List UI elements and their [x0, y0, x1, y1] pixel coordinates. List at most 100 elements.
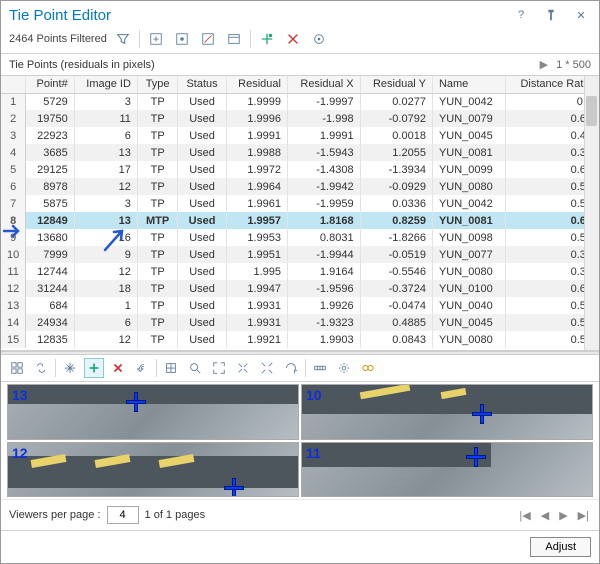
cell-residualx: 1.9926: [287, 297, 360, 314]
table-row[interactable]: 4368513TPUsed1.9988-1.59431.2055YUN_0081…: [1, 144, 599, 161]
table-row[interactable]: 52912517TPUsed1.9972-1.4308-1.3934YUN_00…: [1, 161, 599, 178]
table-row[interactable]: 136841TPUsed1.99311.9926-0.0474YUN_00400…: [1, 297, 599, 314]
cell-residualx: -1.4308: [287, 161, 360, 178]
table-row[interactable]: 81284913MTPUsed1.99571.81680.8259YUN_008…: [1, 212, 599, 229]
refresh-icon[interactable]: [281, 358, 301, 378]
vertical-scrollbar[interactable]: [584, 76, 599, 350]
cell-type: TP: [137, 178, 177, 195]
autohide-icon[interactable]: [541, 5, 561, 25]
close-icon[interactable]: ✕: [571, 5, 591, 25]
page-last-icon[interactable]: ▶|: [576, 509, 591, 522]
table-row[interactable]: 151283512TPUsed1.99211.99030.0843YUN_008…: [1, 331, 599, 348]
cell-residualy: 0.0277: [360, 93, 432, 110]
cell-point: 31244: [26, 280, 74, 297]
add-tiepoint-icon[interactable]: [84, 358, 104, 378]
cell-residual: 1.9947: [226, 280, 287, 297]
cell-point: 684: [26, 297, 74, 314]
image-viewer[interactable]: 12: [7, 442, 299, 498]
page-prev-icon[interactable]: ◀: [539, 509, 551, 522]
cell-point: 12744: [26, 263, 74, 280]
cell-point: 7999: [26, 246, 74, 263]
cell-imageid: 16: [74, 229, 137, 246]
tiepoint-marker[interactable]: [126, 392, 146, 412]
pan-icon[interactable]: [60, 358, 80, 378]
table-row[interactable]: 123124418TPUsed1.9947-1.9596-0.3724YUN_0…: [1, 280, 599, 297]
tiepoint-marker[interactable]: [466, 447, 486, 467]
table-row[interactable]: 91368016TPUsed1.99530.8031-1.8266YUN_009…: [1, 229, 599, 246]
cell-residualx: 1.9991: [287, 127, 360, 144]
col-name[interactable]: Name: [432, 76, 505, 93]
cell-imageid: 13: [74, 212, 137, 229]
settings-icon[interactable]: [334, 358, 354, 378]
page-next-icon[interactable]: ▶: [557, 509, 569, 522]
image-viewer[interactable]: 10: [301, 384, 593, 440]
link-views-icon[interactable]: [31, 358, 51, 378]
undo-icon[interactable]: [132, 358, 152, 378]
col-residualx[interactable]: Residual X: [287, 76, 360, 93]
tool-icon-1[interactable]: [146, 29, 166, 49]
cell-status: Used: [178, 93, 226, 110]
cell-status: Used: [178, 144, 226, 161]
col-status[interactable]: Status: [178, 76, 226, 93]
col-imageid[interactable]: Image ID: [74, 76, 137, 93]
tiepoint-marker[interactable]: [472, 404, 492, 424]
table-row[interactable]: 6897812TPUsed1.9964-1.9942-0.0929YUN_008…: [1, 178, 599, 195]
zoom-in-icon[interactable]: [233, 358, 253, 378]
cell-residualy: -0.0474: [360, 297, 432, 314]
cell-imageid: 9: [74, 246, 137, 263]
delete-tiepoint-icon[interactable]: [108, 358, 128, 378]
page-first-icon[interactable]: |◀: [517, 509, 532, 522]
col-residualy[interactable]: Residual Y: [360, 76, 432, 93]
help-icon[interactable]: ?: [511, 5, 531, 25]
table-row[interactable]: 1079999TPUsed1.9951-1.9944-0.0519YUN_007…: [1, 246, 599, 263]
effects-icon[interactable]: [358, 358, 378, 378]
table-row[interactable]: 758753TPUsed1.9961-1.99590.0336YUN_00420…: [1, 195, 599, 212]
table-row[interactable]: 14249346TPUsed1.9931-1.93230.4885YUN_004…: [1, 314, 599, 331]
table-row[interactable]: 157293TPUsed1.9999-1.99970.0277YUN_00420…: [1, 93, 599, 110]
col-type[interactable]: Type: [137, 76, 177, 93]
page-next-icon[interactable]: ▶: [538, 58, 550, 71]
cell-residual: 1.9996: [226, 110, 287, 127]
cell-residual: 1.9988: [226, 144, 287, 161]
cell-point: 29125: [26, 161, 74, 178]
cell-type: TP: [137, 297, 177, 314]
tie-points-table[interactable]: Point# Image ID Type Status Residual Res…: [1, 75, 599, 351]
adjust-button[interactable]: Adjust: [530, 537, 591, 557]
row-number: 3: [1, 127, 26, 144]
cell-point: 3685: [26, 144, 74, 161]
table-row[interactable]: 3229236TPUsed1.99911.99910.0018YUN_00450…: [1, 127, 599, 144]
table-row[interactable]: 21975011TPUsed1.9996-1.998-0.0792YUN_007…: [1, 110, 599, 127]
cell-point: 12849: [26, 212, 74, 229]
tool-icon-3[interactable]: [198, 29, 218, 49]
image-viewer[interactable]: 13: [7, 384, 299, 440]
cell-imageid: 3: [74, 93, 137, 110]
grid-icon[interactable]: [7, 358, 27, 378]
cell-residualx: -1.9959: [287, 195, 360, 212]
select-point-icon[interactable]: [309, 29, 329, 49]
cell-name: YUN_0099: [432, 161, 505, 178]
cell-imageid: 3: [74, 195, 137, 212]
cell-status: Used: [178, 110, 226, 127]
zoom-full-icon[interactable]: [209, 358, 229, 378]
image-viewer[interactable]: 11: [301, 442, 593, 498]
cell-residualy: -0.5546: [360, 263, 432, 280]
zoom-fit-icon[interactable]: [161, 358, 181, 378]
viewers-per-page-input[interactable]: [107, 506, 139, 524]
table-row[interactable]: 111274412TPUsed1.9951.9164-0.5546YUN_008…: [1, 263, 599, 280]
cell-type: MTP: [137, 212, 177, 229]
page-indicator: 1 * 500: [556, 59, 591, 71]
cell-status: Used: [178, 161, 226, 178]
tool-icon-2[interactable]: [172, 29, 192, 49]
filter-icon[interactable]: [113, 29, 133, 49]
col-point[interactable]: Point#: [26, 76, 74, 93]
zoom-sel-icon[interactable]: [185, 358, 205, 378]
cell-name: YUN_0040: [432, 297, 505, 314]
zoom-out-icon[interactable]: [257, 358, 277, 378]
remove-point-icon[interactable]: [283, 29, 303, 49]
cell-residualy: 0.0336: [360, 195, 432, 212]
col-residual[interactable]: Residual: [226, 76, 287, 93]
tool-icon-4[interactable]: [224, 29, 244, 49]
tiepoint-marker[interactable]: [224, 478, 244, 497]
add-point-icon[interactable]: [257, 29, 277, 49]
measure-icon[interactable]: [310, 358, 330, 378]
